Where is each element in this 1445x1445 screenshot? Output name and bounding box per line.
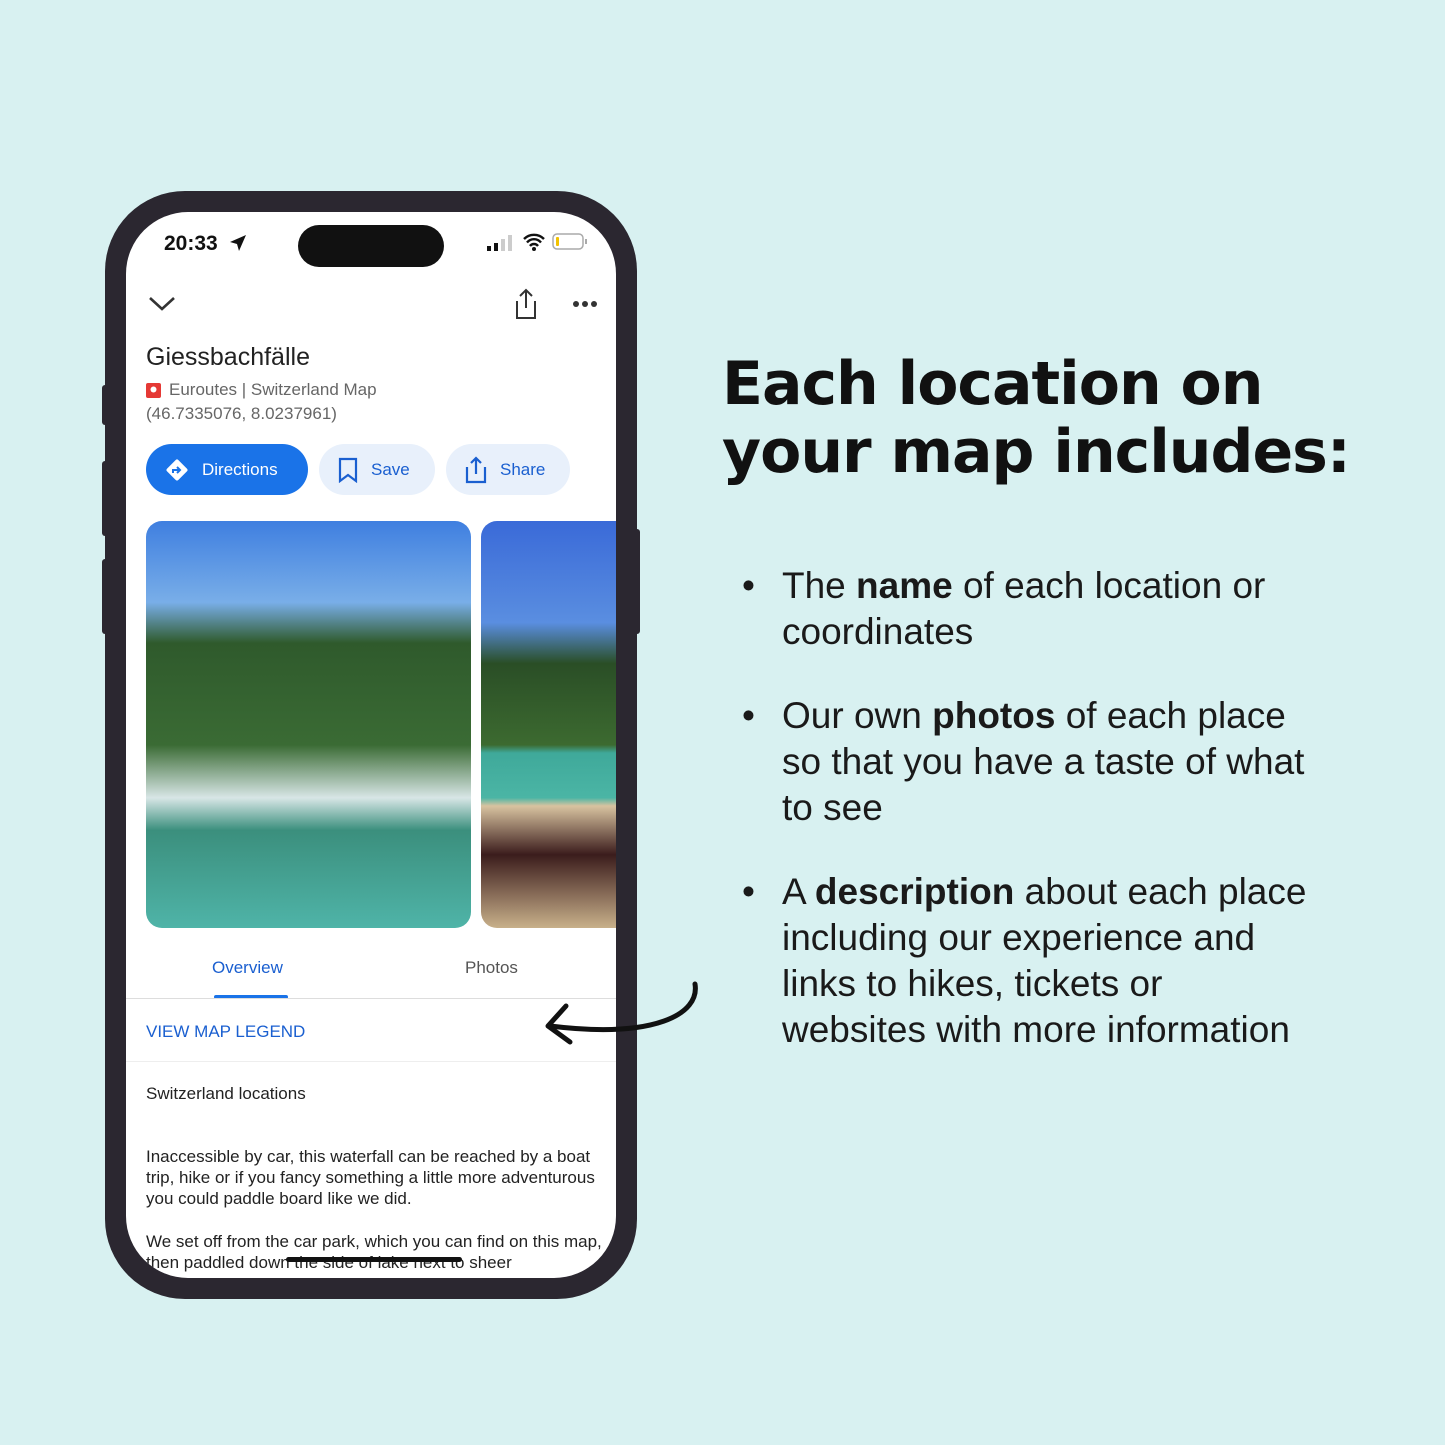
- description-paragraph: Inaccessible by car, this waterfall can …: [146, 1147, 595, 1208]
- text-bold: photos: [932, 695, 1056, 736]
- feature-item: The name of each location or coordinates: [742, 563, 1308, 655]
- place-photo-paddleboard[interactable]: [481, 521, 616, 928]
- feature-item: Our own photos of each place so that you…: [742, 693, 1308, 831]
- heading-line: Each location on: [722, 349, 1263, 419]
- place-name: Giessbachfälle: [146, 343, 310, 371]
- share-button[interactable]: Share: [446, 444, 570, 495]
- home-indicator: [286, 1257, 462, 1262]
- signal-icon: [487, 235, 512, 251]
- chevron-down-icon[interactable]: [148, 294, 176, 314]
- directions-icon: [166, 459, 188, 480]
- section-title: Switzerland locations: [146, 1084, 306, 1103]
- text-bold: name: [856, 565, 953, 606]
- save-button[interactable]: Save: [319, 444, 435, 495]
- status-time: 20:33: [164, 232, 218, 255]
- heading-line: your map includes:: [722, 417, 1351, 487]
- directions-button[interactable]: Directions: [146, 444, 308, 495]
- tab-photos[interactable]: Photos: [465, 958, 518, 978]
- text: Our own: [782, 695, 933, 736]
- share-label: Share: [500, 459, 546, 479]
- save-label: Save: [371, 459, 410, 479]
- promo-heading: Each location on your map includes:: [722, 349, 1351, 487]
- side-button: [102, 461, 108, 536]
- text: The: [782, 565, 857, 606]
- divider: [126, 1061, 616, 1062]
- share-icon: [465, 455, 487, 483]
- bookmark-icon: [338, 457, 358, 483]
- map-source-link[interactable]: Euroutes | Switzerland Map: [169, 380, 377, 400]
- side-button: [102, 559, 108, 634]
- directions-label: Directions: [202, 459, 278, 479]
- feature-item: A description about each place including…: [742, 869, 1308, 1053]
- map-pin-icon: [146, 382, 161, 398]
- phone-mockup: 20:33 Giessbachfälle Euroutes | Switzerl…: [102, 191, 640, 1299]
- feature-list: The name of each location or coordinates…: [742, 563, 1308, 1091]
- more-icon[interactable]: [573, 300, 597, 308]
- side-button: [102, 385, 108, 425]
- wifi-icon: [523, 233, 545, 251]
- tab-overview[interactable]: Overview: [212, 958, 283, 978]
- battery-icon: [552, 233, 587, 250]
- place-photo-waterfall[interactable]: [146, 521, 471, 928]
- share-icon[interactable]: [513, 288, 539, 320]
- arrow-icon: [545, 981, 698, 1045]
- side-button: [634, 529, 640, 634]
- maps-place-sheet: 20:33 Giessbachfälle Euroutes | Switzerl…: [126, 212, 616, 1278]
- text: A: [782, 871, 815, 912]
- location-arrow-icon: [230, 235, 246, 251]
- text-bold: description: [814, 871, 1015, 912]
- view-map-legend-link[interactable]: VIEW MAP LEGEND: [146, 1022, 305, 1042]
- description-paragraph: We set off from the car park, which you …: [146, 1232, 602, 1272]
- dynamic-island: [298, 225, 444, 267]
- coordinates: (46.7335076, 8.0237961): [146, 404, 337, 423]
